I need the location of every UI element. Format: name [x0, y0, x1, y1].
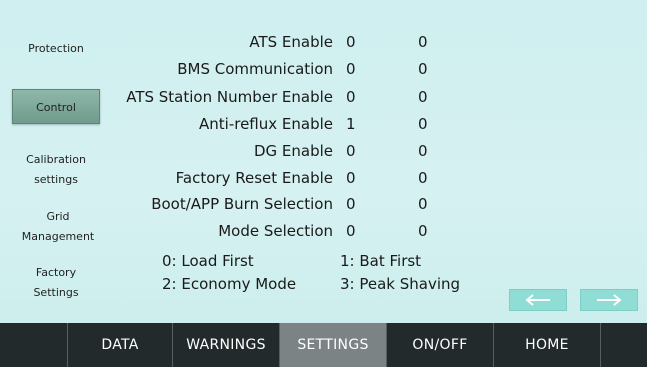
sidebar-item-factory-settings[interactable]: Factory Settings — [6, 263, 106, 303]
tab-data[interactable]: DATA — [68, 323, 173, 367]
setting-value-1[interactable]: 0 — [346, 33, 366, 51]
next-page-button[interactable] — [580, 289, 638, 311]
setting-label: BMS Communication — [177, 60, 333, 78]
bottom-nav: DATA WARNINGS SETTINGS ON/OFF HOME — [0, 323, 647, 367]
setting-row-factory-reset-enable: Factory Reset Enable 0 0 — [0, 167, 647, 193]
mode-legend-economy-mode: 2: Economy Mode — [162, 275, 297, 293]
settings-screen: Protection Control Calibration settings … — [0, 0, 647, 323]
tab-settings[interactable]: SETTINGS — [280, 323, 387, 367]
setting-value-2[interactable]: 0 — [418, 60, 438, 78]
setting-label: ATS Station Number Enable — [126, 88, 333, 106]
setting-value-2[interactable]: 0 — [418, 222, 438, 240]
setting-label: Factory Reset Enable — [175, 169, 333, 187]
left-arrow-icon — [525, 294, 550, 306]
setting-value-2[interactable]: 0 — [418, 142, 438, 160]
setting-value-1[interactable]: 0 — [346, 88, 366, 106]
sidebar-item-label-line2: Settings — [33, 286, 79, 299]
mode-legend-peak-shaving: 3: Peak Shaving — [340, 275, 461, 293]
tab-home[interactable]: HOME — [494, 323, 601, 367]
tab-on-off[interactable]: ON/OFF — [387, 323, 494, 367]
setting-value-2[interactable]: 0 — [418, 88, 438, 106]
tab-label: HOME — [525, 337, 569, 353]
tab-label: DATA — [101, 337, 139, 353]
setting-value-2[interactable]: 0 — [418, 33, 438, 51]
setting-value-1[interactable]: 0 — [346, 169, 366, 187]
setting-value-1[interactable]: 0 — [346, 222, 366, 240]
nav-spacer — [0, 323, 68, 367]
setting-value-1[interactable]: 0 — [346, 60, 366, 78]
setting-value-2[interactable]: 0 — [418, 195, 438, 213]
setting-row-dg-enable: DG Enable 0 0 — [0, 140, 647, 166]
setting-value-2[interactable]: 0 — [418, 115, 438, 133]
setting-value-1[interactable]: 1 — [346, 115, 366, 133]
setting-value-1[interactable]: 0 — [346, 142, 366, 160]
tab-label: SETTINGS — [297, 337, 369, 353]
setting-row-bms-communication: BMS Communication 0 0 — [0, 58, 647, 84]
tab-label: ON/OFF — [412, 337, 468, 353]
right-arrow-icon — [597, 294, 622, 306]
setting-row-ats-station-number-enable: ATS Station Number Enable 0 0 — [0, 86, 647, 112]
setting-row-anti-reflux-enable: Anti-reflux Enable 1 0 — [0, 113, 647, 139]
setting-row-boot-app-burn-selection: Boot/APP Burn Selection 0 0 — [0, 193, 647, 219]
setting-value-2[interactable]: 0 — [418, 169, 438, 187]
setting-label: Anti-reflux Enable — [199, 115, 333, 133]
mode-legend-load-first: 0: Load First — [162, 252, 254, 270]
setting-row-ats-enable: ATS Enable 0 0 — [0, 31, 647, 57]
tab-label: WARNINGS — [186, 337, 266, 353]
sidebar-item-label-line1: Factory — [35, 266, 77, 279]
setting-label: DG Enable — [253, 142, 333, 160]
setting-value-1[interactable]: 0 — [346, 195, 366, 213]
mode-legend-bat-first: 1: Bat First — [340, 252, 422, 270]
previous-page-button[interactable] — [509, 289, 567, 311]
setting-row-mode-selection: Mode Selection 0 0 — [0, 220, 647, 246]
setting-label: Boot/APP Burn Selection — [151, 195, 333, 213]
setting-label: Mode Selection — [218, 222, 333, 240]
tab-warnings[interactable]: WARNINGS — [173, 323, 280, 367]
setting-label: ATS Enable — [249, 33, 333, 51]
